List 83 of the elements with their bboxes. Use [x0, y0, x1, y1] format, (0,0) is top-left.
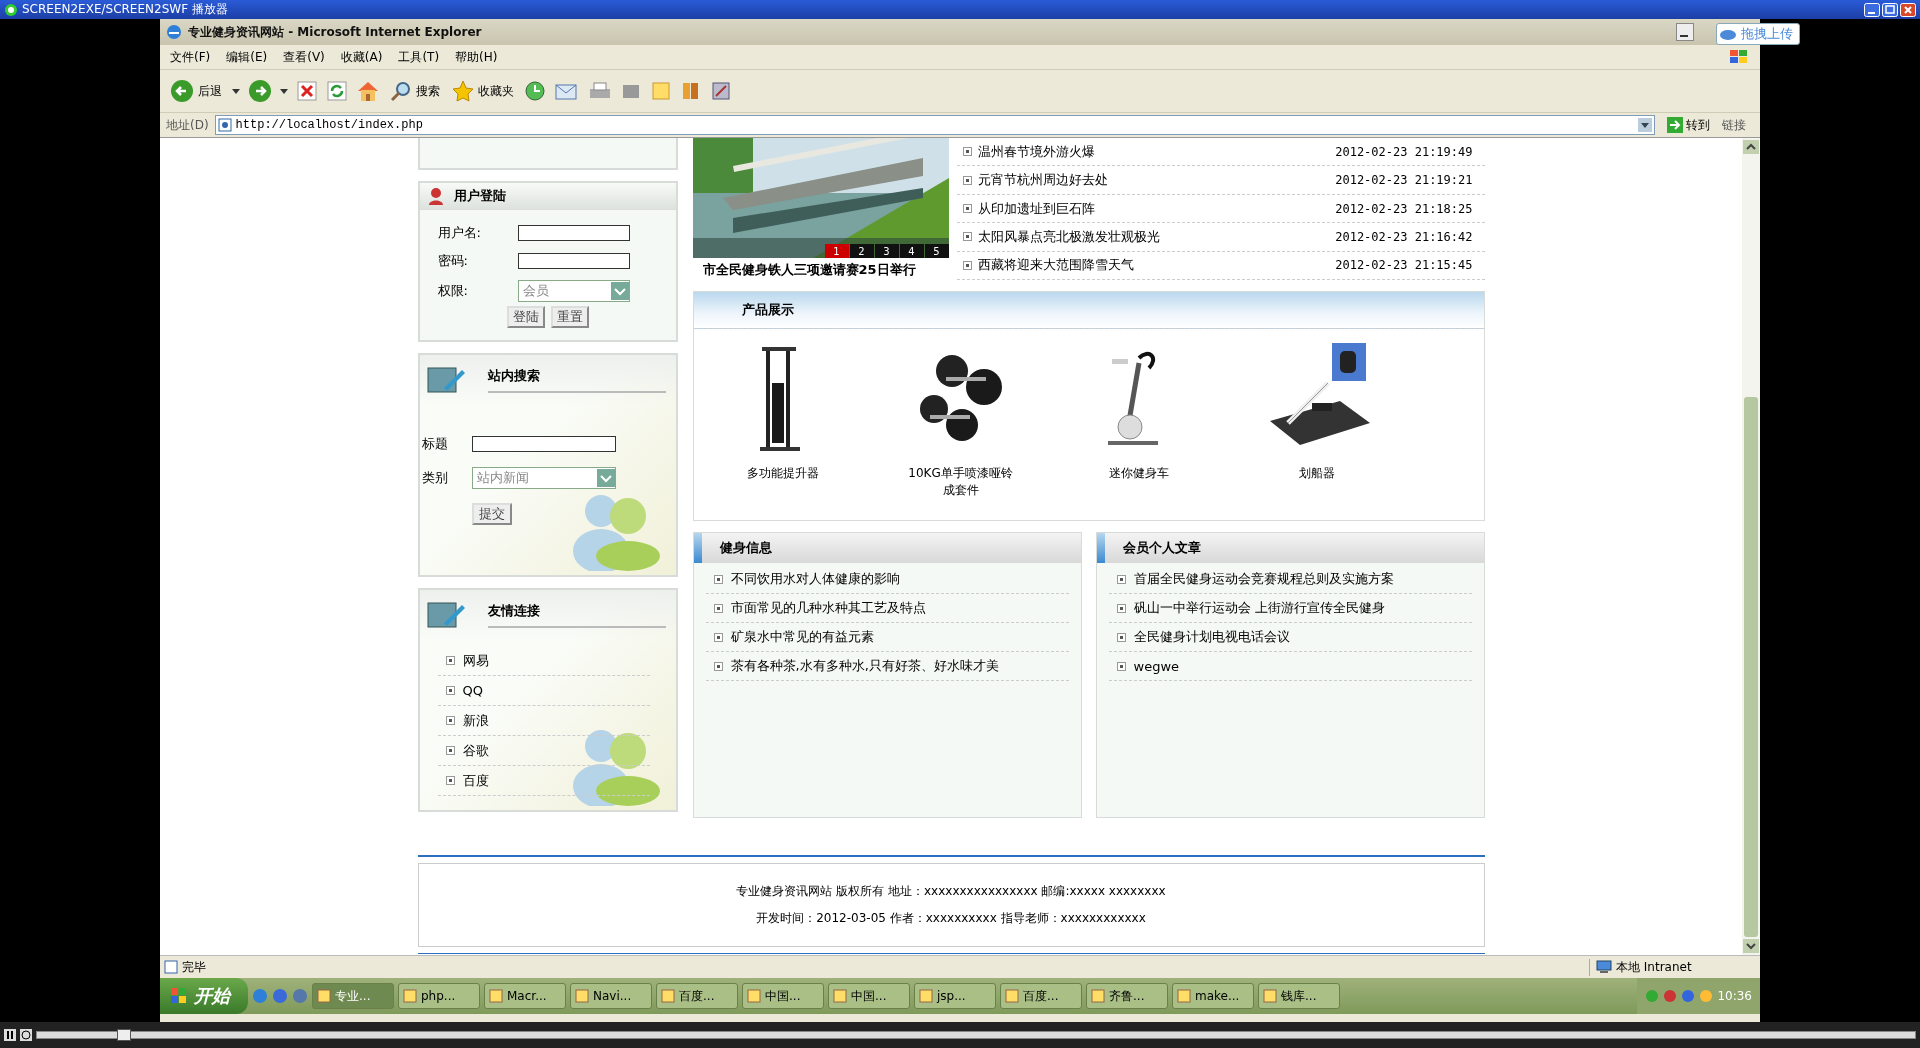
panel-title: 会员个人文章: [1122, 539, 1201, 557]
upload-button[interactable]: 拖拽上传: [1716, 23, 1800, 45]
slide-caption[interactable]: 市全民健身铁人三项邀请赛25日举行: [692, 258, 949, 282]
product-name[interactable]: 多功能提升器: [727, 465, 838, 482]
form-button[interactable]: 登陆: [506, 306, 545, 328]
link[interactable]: 百度: [462, 771, 489, 790]
search-button[interactable]: 搜索: [388, 78, 442, 104]
news-link[interactable]: 温州春节境外游火爆: [977, 142, 1095, 161]
taskbar-button[interactable]: 中国...: [828, 983, 910, 1009]
news-time: 2012-02-23 21:18:25: [1335, 201, 1473, 216]
menu-item[interactable]: 查看(V): [283, 48, 325, 66]
news-link[interactable]: 太阳风暴点亮北极激发壮观极光: [977, 227, 1160, 246]
link[interactable]: QQ: [462, 683, 483, 698]
address-label: 地址(D): [166, 116, 209, 134]
panel-title: 用户登陆: [453, 187, 506, 205]
article-link[interactable]: 矿泉水中常见的有益元素: [730, 628, 874, 646]
article-link[interactable]: 首届全民健身运动会竞赛规程总则及实施方案: [1133, 570, 1394, 588]
taskbar-button[interactable]: Macr...: [484, 983, 566, 1009]
menu-item[interactable]: 帮助(H): [455, 48, 498, 66]
field-label: 权限:: [437, 282, 469, 300]
article-link[interactable]: 不同饮用水对人体健康的影响: [730, 570, 900, 588]
footer-text: 开发时间：2012-03-05 作者：xxxxxxxxxx 指导老师：xxxxxxxxxxxx: [756, 910, 1146, 927]
field-label: 类别: [421, 469, 449, 487]
footer-text: 专业健身资讯网站 版权所有 地址：xxxxxxxxxxxxxxxx 邮编:xxxxx xxxxxxxx: [736, 883, 1166, 900]
taskbar-button[interactable]: Navi...: [570, 983, 652, 1009]
address-field[interactable]: http://localhost/index.php: [214, 115, 1655, 135]
news-link[interactable]: 从印加遗址到巨石阵: [977, 199, 1095, 218]
news-time: 2012-02-23 21:16:42: [1335, 229, 1473, 244]
taskbar-button[interactable]: 百度...: [1000, 983, 1082, 1009]
link[interactable]: 网易: [462, 651, 489, 670]
window-title: 专业健身资讯网站 - Microsoft Internet Explorer: [188, 23, 482, 41]
taskbar-button[interactable]: make...: [1172, 983, 1254, 1009]
news-time: 2012-02-23 21:19:49: [1335, 144, 1473, 159]
field-label: 标题: [421, 435, 449, 453]
menu-item[interactable]: 工具(T): [398, 48, 440, 66]
links-button[interactable]: 链接: [1722, 116, 1746, 134]
status-text: 完毕: [182, 958, 206, 976]
panel-title: 产品展示: [693, 292, 1484, 329]
form-button[interactable]: 重置: [550, 306, 589, 328]
slide-page-button[interactable]: 4: [899, 244, 924, 258]
panel-title: 站内搜索: [487, 367, 666, 393]
zone-text: 本地 Intranet: [1616, 958, 1692, 976]
taskbar-button[interactable]: jsp...: [914, 983, 996, 1009]
panel-title: 友情连接: [487, 602, 666, 628]
taskbar-button[interactable]: 专业...: [312, 983, 394, 1009]
start-button[interactable]: 开始: [160, 978, 248, 1014]
back-button[interactable]: 后退: [168, 77, 224, 105]
favorites-button[interactable]: 收藏夹: [450, 78, 516, 104]
menu-item[interactable]: 编辑(E): [226, 48, 268, 66]
select-field[interactable]: 站内新闻: [471, 467, 616, 489]
article-link[interactable]: 全民健身计划电视电话会议: [1133, 628, 1290, 646]
panel-title: 健身信息: [719, 539, 772, 557]
news-link[interactable]: 元宵节杭州周边好去处: [977, 171, 1108, 190]
slide-page-button[interactable]: 1: [824, 244, 849, 258]
news-time: 2012-02-23 21:15:45: [1335, 258, 1473, 273]
submit-button[interactable]: 提交: [471, 503, 512, 525]
window-title: SCREEN2EXE/SCREEN2SWF 播放器: [22, 1, 228, 18]
article-link[interactable]: wegwe: [1133, 658, 1179, 674]
menu-item[interactable]: 收藏(A): [340, 48, 383, 66]
product-name[interactable]: 迷你健身车: [1083, 465, 1194, 482]
go-button[interactable]: 转到: [1661, 115, 1716, 135]
news-time: 2012-02-23 21:19:21: [1335, 173, 1473, 188]
slide-page-button[interactable]: 5: [924, 244, 949, 258]
taskbar-button[interactable]: 百度...: [656, 983, 738, 1009]
slide-page-button[interactable]: 3: [874, 244, 899, 258]
select-field[interactable]: 会员: [517, 280, 630, 302]
taskbar-button[interactable]: 钱库...: [1258, 983, 1340, 1009]
field-label: 密码:: [437, 252, 469, 270]
clock: 10:36: [1717, 989, 1752, 1003]
article-link[interactable]: 矾山一中举行运动会 上街游行宣传全民健身: [1133, 599, 1385, 617]
field-label: 用户名:: [437, 224, 482, 242]
product-name[interactable]: 划船器: [1261, 465, 1372, 482]
slide-page-button[interactable]: 2: [849, 244, 874, 258]
menu-item[interactable]: 文件(F): [170, 48, 211, 66]
taskbar-button[interactable]: 中国...: [742, 983, 824, 1009]
link[interactable]: 谷歌: [462, 741, 489, 760]
news-link[interactable]: 西藏将迎来大范围降雪天气: [977, 256, 1134, 275]
taskbar-button[interactable]: 齐鲁...: [1086, 983, 1168, 1009]
taskbar-button[interactable]: php...: [398, 983, 480, 1009]
article-link[interactable]: 市面常见的几种水种其工艺及特点: [730, 599, 926, 617]
product-name[interactable]: 10KG单手喷漆哑铃成套件: [905, 465, 1016, 499]
link[interactable]: 新浪: [462, 711, 489, 730]
article-link[interactable]: 茶有各种茶,水有多种水,只有好茶、好水味才美: [730, 657, 999, 675]
